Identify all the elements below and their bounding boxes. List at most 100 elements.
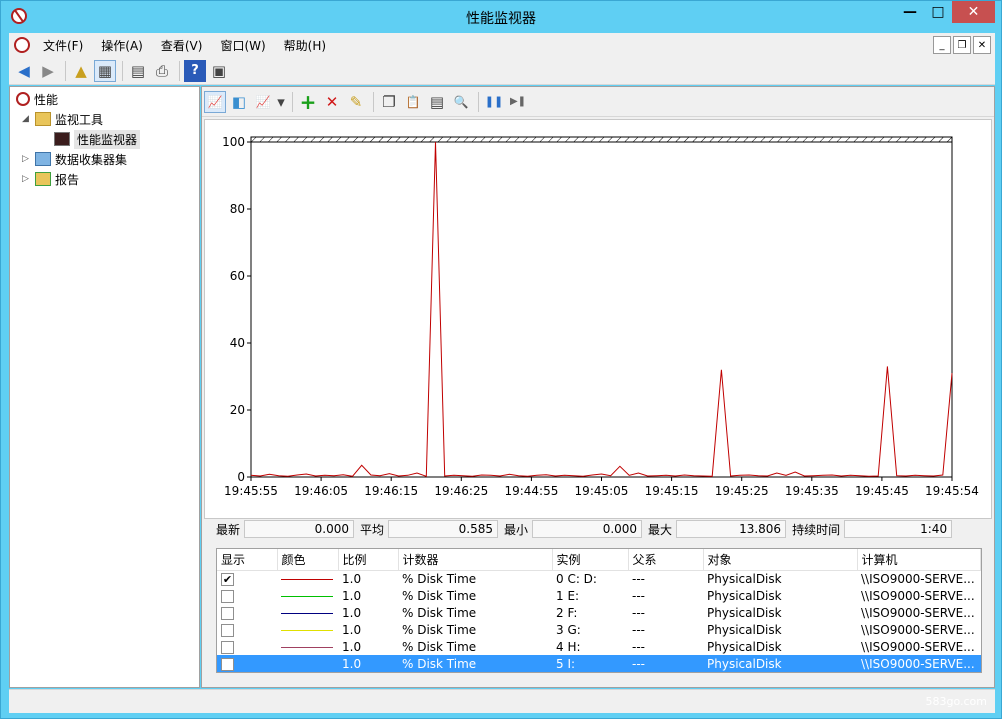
chevron-down-icon[interactable]: ▾ (276, 91, 286, 113)
close-button[interactable]: ✕ (952, 1, 995, 23)
scale-cell: 1.0 (342, 588, 362, 603)
show-checkbox[interactable] (221, 640, 234, 654)
table-row[interactable]: 1.0 % Disk Time 2 F: --- PhysicalDisk \\ISO90… (217, 604, 981, 621)
collapsed-arrow-icon[interactable]: ▷ (22, 154, 32, 164)
mmc-window-icon[interactable]: ▣ (208, 60, 230, 82)
table-row[interactable]: 1.0 % Disk Time 4 H: --- PhysicalDisk \\ISO90… (217, 638, 981, 655)
counter-table: 显示 颜色 比例 计数器 实例 父系 对象 计算机 ✔ 1.0% Disk Tim… (217, 549, 981, 672)
freeze-display-icon[interactable]: ◧ (228, 91, 250, 113)
table-row[interactable]: 1.0 % Disk Time 3 G: --- PhysicalDisk \\ISO90… (217, 621, 981, 638)
column-header-object[interactable]: 对象 (703, 549, 858, 571)
print-icon[interactable]: ⎙ (151, 60, 173, 82)
pause-icon[interactable]: ❚❚ (483, 91, 505, 113)
toolbar-separator (179, 60, 180, 81)
show-checkbox-cell (217, 655, 277, 672)
help-icon[interactable]: ? (184, 59, 206, 82)
counter-cell: % Disk Time (402, 622, 477, 637)
tree-item-label: 数据收集器集 (55, 152, 128, 167)
properties-icon[interactable]: ▤ (426, 91, 448, 113)
object-cell: PhysicalDisk (707, 639, 782, 654)
show-checkbox[interactable] (221, 657, 234, 671)
menu-file[interactable]: 文件(F) (34, 37, 92, 54)
view-graph-icon[interactable]: 📈 (204, 90, 226, 113)
mmc-app-icon[interactable] (14, 37, 30, 53)
tree-item-monitoring-tools[interactable]: ◢ 监视工具 (22, 109, 103, 129)
scale-cell: 1.0 (338, 655, 398, 672)
delete-counter-icon[interactable]: ✕ (321, 91, 343, 113)
parent-cell: --- (632, 639, 645, 654)
table-row[interactable]: ✔ 1.0 % Disk Time 0 C: D: --- PhysicalDisk \\I… (217, 570, 981, 587)
zoom-icon[interactable]: 🔍 (450, 91, 472, 113)
mdi-controls: _ ❐ ✕ (933, 36, 991, 54)
show-checkbox-cell (217, 621, 277, 638)
table-row[interactable]: 1.0 % Disk Time 1 E: --- PhysicalDisk \\ISO90… (217, 587, 981, 604)
graph-toolbar: 📈 ◧ 📈 ▾ + ✕ ✎ ❐ 📋 ▤ 🔍 ❚❚ ▶❚ (202, 87, 994, 117)
x-tick-label: 19:45:45 (855, 484, 909, 498)
paste-counter-icon[interactable]: 📋 (402, 91, 424, 113)
folder-up-icon[interactable]: ▲ (70, 60, 92, 82)
update-data-icon[interactable]: ▶❚ (507, 91, 529, 113)
copy-properties-icon[interactable]: ❐ (378, 91, 400, 113)
show-checkbox[interactable] (221, 623, 234, 637)
show-checkbox[interactable] (221, 606, 234, 620)
color-swatch (281, 664, 333, 665)
back-icon[interactable]: ◀ (13, 60, 35, 82)
monitor-pane: 📈 ◧ 📈 ▾ + ✕ ✎ ❐ 📋 ▤ 🔍 ❚❚ ▶❚ 0 20 40 60 8… (201, 86, 995, 688)
tree-item-reports[interactable]: ▷ 报告 (22, 169, 79, 189)
menu-view[interactable]: 查看(V) (152, 37, 212, 54)
column-header-show[interactable]: 显示 (217, 549, 278, 571)
column-header-scale[interactable]: 比例 (338, 549, 399, 571)
column-header-parent[interactable]: 父系 (628, 549, 704, 571)
y-tick-label: 40 (230, 336, 245, 350)
menu-bar: 文件(F) 操作(A) 查看(V) 窗口(W) 帮助(H) _ ❐ ✕ (9, 33, 995, 57)
column-header-counter[interactable]: 计数器 (398, 549, 553, 571)
menu-window[interactable]: 窗口(W) (211, 37, 274, 54)
plot-top-hatch-band (250, 136, 953, 143)
toolbar-separator (478, 91, 479, 112)
add-counter-icon[interactable]: + (297, 90, 319, 114)
color-cell (277, 655, 338, 672)
forward-icon[interactable]: ▶ (37, 60, 59, 82)
x-tick-label: 19:45:25 (715, 484, 769, 498)
color-swatch (281, 629, 333, 631)
parent-cell: --- (632, 622, 645, 637)
object-cell: PhysicalDisk (707, 622, 782, 637)
show-checkbox-cell (217, 587, 277, 604)
mdi-close-button[interactable]: ✕ (973, 36, 991, 54)
table-row[interactable]: 1.0% Disk Time 5 I: --- PhysicalDisk \\ISO90… (217, 655, 981, 672)
mdi-restore-button[interactable]: ❐ (953, 36, 971, 54)
color-cell (277, 638, 338, 655)
toolbar-separator (122, 60, 123, 81)
computer-cell: \\ISO9000-SERVE... (861, 588, 975, 603)
color-cell (277, 570, 338, 587)
show-tree-icon[interactable]: ▦ (94, 59, 116, 82)
expanded-arrow-icon[interactable]: ◢ (22, 114, 32, 124)
mdi-minimize-button[interactable]: _ (933, 36, 951, 54)
column-header-instance[interactable]: 实例 (552, 549, 629, 571)
tree-item-performance-monitor[interactable]: 性能监视器 (54, 129, 141, 149)
color-cell (277, 587, 338, 604)
color-cell (277, 604, 338, 621)
collapsed-arrow-icon[interactable]: ▷ (22, 174, 32, 184)
legend-header-row: 显示 颜色 比例 计数器 实例 父系 对象 计算机 (217, 549, 981, 571)
change-graph-type-icon[interactable]: 📈 (252, 91, 274, 113)
parent-cell: --- (632, 571, 645, 586)
column-header-computer[interactable]: 计算机 (857, 549, 981, 571)
show-checkbox[interactable] (221, 589, 234, 603)
y-tick-label: 20 (230, 403, 245, 417)
menu-help[interactable]: 帮助(H) (275, 37, 335, 54)
tree-item-data-collector-sets[interactable]: ▷ 数据收集器集 (22, 149, 127, 169)
watermark-text: 583go.com (925, 695, 987, 708)
minimize-button[interactable]: — (896, 1, 924, 23)
maximize-button[interactable]: □ (924, 1, 952, 23)
show-checkbox[interactable]: ✔ (221, 572, 234, 586)
object-cell: PhysicalDisk (707, 571, 782, 586)
menu-action[interactable]: 操作(A) (92, 37, 152, 54)
counter-cell: % Disk Time (402, 605, 477, 620)
highlight-icon[interactable]: ✎ (345, 91, 367, 113)
tree-item-performance[interactable]: 性能 (16, 89, 58, 109)
column-header-color[interactable]: 颜色 (277, 549, 339, 571)
scale-cell: 1.0 (342, 605, 362, 620)
properties-icon[interactable]: ▤ (127, 60, 149, 82)
status-bar (9, 689, 995, 713)
